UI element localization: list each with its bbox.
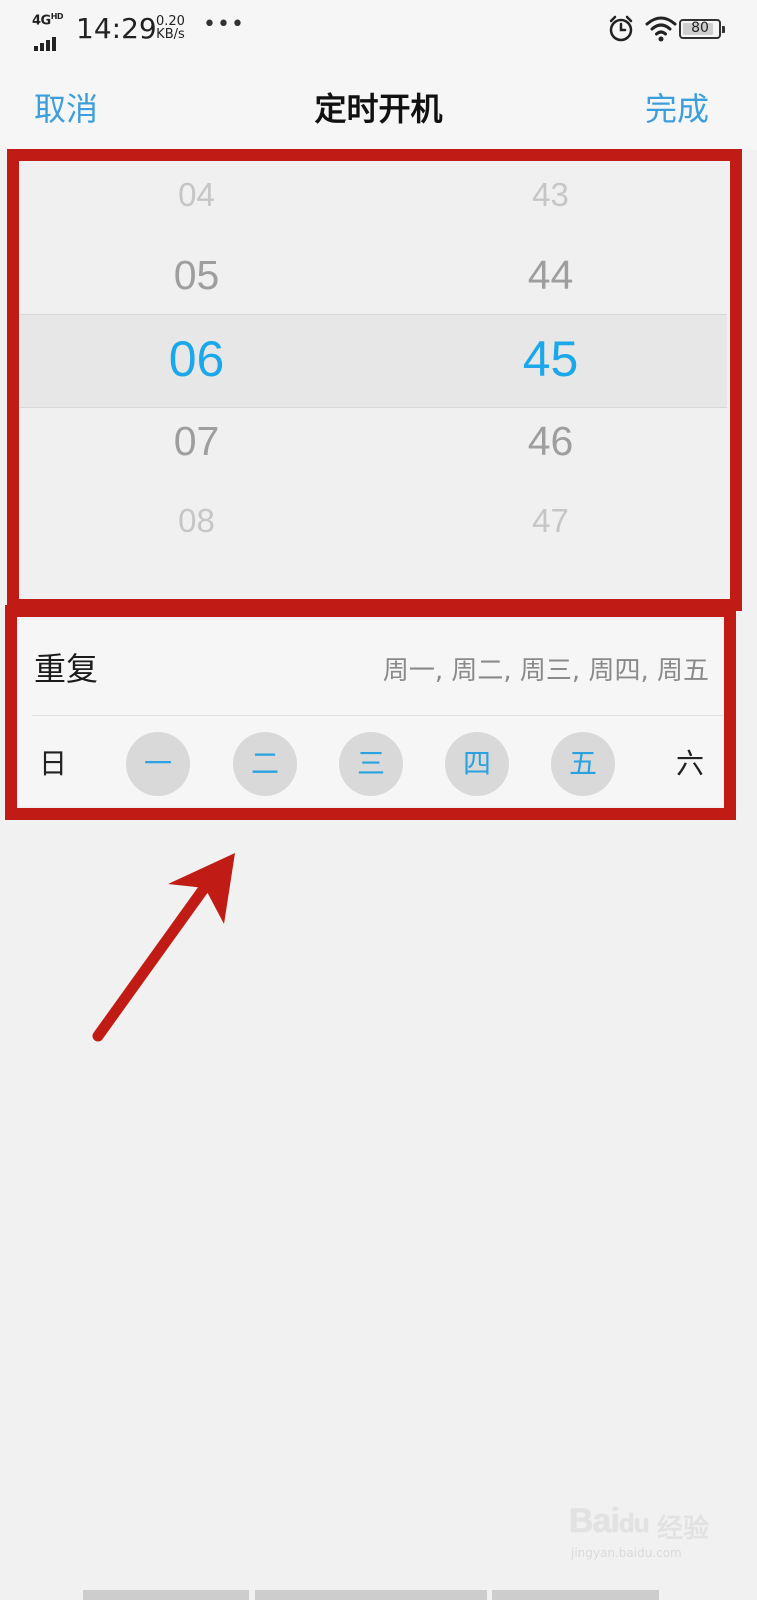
network-type: 4G (32, 13, 51, 29)
minute-option[interactable]: 44 (374, 252, 727, 299)
day-toggle-monday[interactable]: 一 (126, 732, 190, 796)
network-hd: HD (50, 12, 64, 21)
network-speed: 0.20 KB/s (156, 15, 185, 41)
watermark-brand-suffix: du (618, 1508, 650, 1538)
minute-option[interactable]: 43 (374, 176, 727, 214)
battery-icon: 80 (679, 19, 725, 39)
done-button[interactable]: 完成 (645, 84, 709, 130)
repeat-summary: 周一, 周二, 周三, 周四, 周五 (382, 656, 709, 686)
time-picker: 04 05 06 07 08 43 44 45 46 47 (20, 162, 727, 602)
alarm-icon (609, 15, 633, 42)
hour-option[interactable]: 07 (20, 418, 373, 465)
battery-level: 80 (691, 20, 709, 36)
bottom-handle (83, 1590, 249, 1600)
repeat-section: 重复 周一, 周二, 周三, 周四, 周五 日 一 二 三 四 五 六 (18, 620, 723, 806)
watermark-text: 经验 (657, 1514, 710, 1544)
hour-option[interactable]: 05 (20, 252, 373, 299)
watermark-brand: Bai (569, 1502, 620, 1540)
day-toggle-friday[interactable]: 五 (551, 732, 615, 796)
minute-selected[interactable]: 45 (374, 330, 727, 388)
watermark-url: jingyan.baidu.com (571, 1546, 682, 1560)
divider (32, 715, 723, 716)
hour-selected[interactable]: 06 (20, 330, 373, 388)
watermark-logo: Baidu 经验 jingyan.baidu.com (565, 1502, 715, 1582)
hour-wheel[interactable]: 04 05 06 07 08 (20, 162, 373, 602)
bottom-handle (255, 1590, 487, 1600)
hour-option[interactable]: 04 (20, 176, 373, 214)
bottom-handle (492, 1590, 659, 1600)
nav-bar: 取消 定时开机 完成 (0, 60, 757, 150)
day-toggle-saturday[interactable]: 六 (658, 732, 722, 796)
signal-icon: 4GHD (32, 12, 68, 51)
page-title: 定时开机 (314, 90, 443, 128)
wifi-icon (645, 16, 677, 42)
more-dots-icon: ••• (203, 12, 245, 37)
network-speed-unit: KB/s (156, 27, 185, 42)
day-toggle-wednesday[interactable]: 三 (339, 732, 403, 796)
minute-option[interactable]: 46 (374, 418, 727, 465)
status-time: 14:29 (76, 12, 157, 45)
day-toggle-tuesday[interactable]: 二 (233, 732, 297, 796)
minute-option[interactable]: 47 (374, 502, 727, 540)
hour-option[interactable]: 08 (20, 502, 373, 540)
day-toggle-sunday[interactable]: 日 (21, 732, 85, 796)
minute-wheel[interactable]: 43 44 45 46 47 (374, 162, 727, 602)
status-bar: 4GHD 14:29 0.20 KB/s ••• 80 (0, 0, 757, 60)
repeat-label: 重复 (34, 650, 99, 688)
day-toggle-thursday[interactable]: 四 (445, 732, 509, 796)
